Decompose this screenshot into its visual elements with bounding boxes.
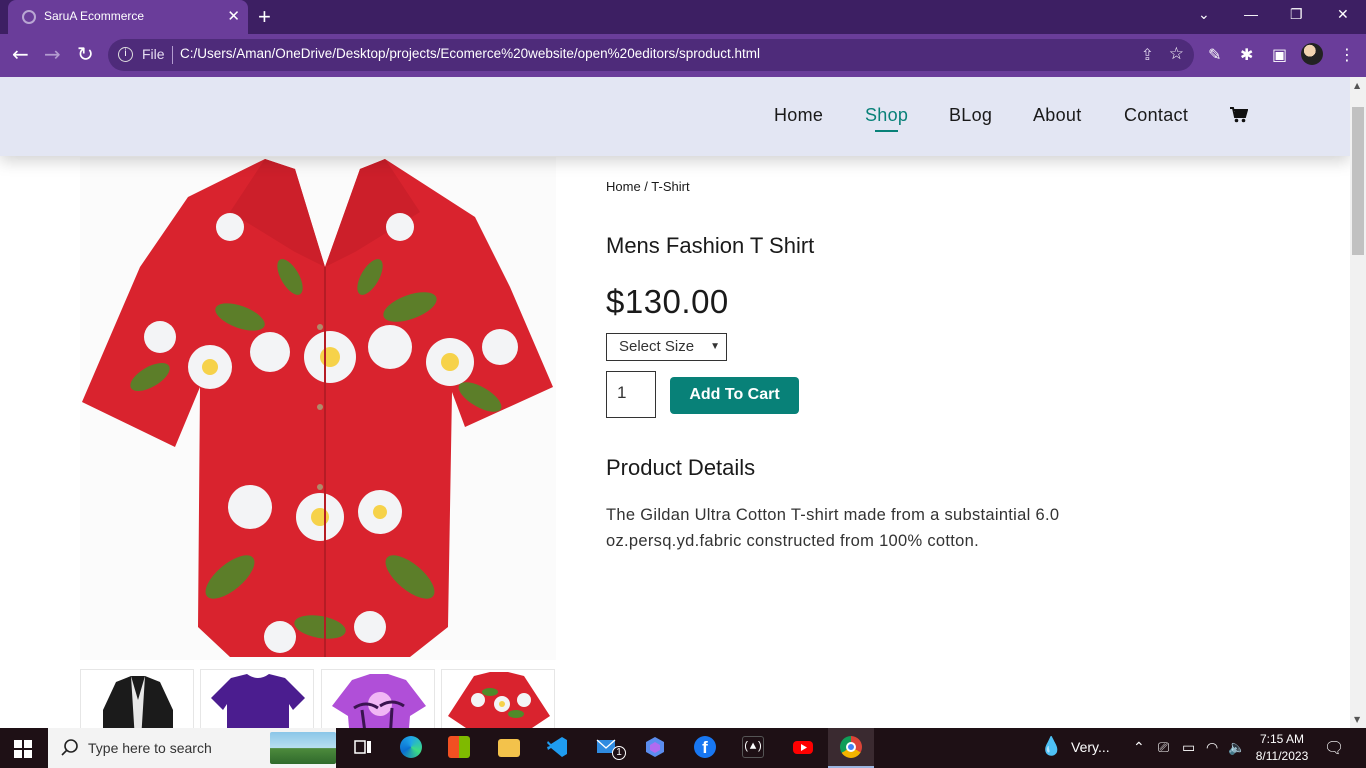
omnibox-divider xyxy=(172,46,173,64)
web-page: Home Shop BLog About Contact Home / T-Sh… xyxy=(0,77,1350,728)
edge-icon xyxy=(400,736,422,758)
windows-taskbar: Type here to search 1 f (▲) 💧 Very... ⌃ … xyxy=(0,728,1366,768)
clock-time: 7:15 AM xyxy=(1259,732,1305,746)
taskbar-vscode[interactable] xyxy=(534,728,580,768)
nav-about[interactable]: About xyxy=(1033,105,1082,126)
profile-avatar[interactable] xyxy=(1301,43,1323,65)
forward-arrow-icon[interactable]: → xyxy=(44,44,61,64)
youtube-icon xyxy=(793,741,813,754)
battery-icon[interactable]: ▭ xyxy=(1182,739,1195,756)
browser-tab-strip: SaruA Ecommerce ✕ + ⌄ — ❐ ✕ xyxy=(0,0,1366,34)
folder-icon xyxy=(498,739,520,757)
taskbar-clock[interactable]: 7:15 AM 8/11/2023 xyxy=(1252,731,1312,765)
quantity-input[interactable]: 1 xyxy=(606,371,656,418)
thumbnail-black-shirt[interactable] xyxy=(80,669,194,728)
product-main-image xyxy=(80,157,556,660)
volume-icon[interactable]: 🔈 xyxy=(1228,739,1245,756)
taskbar-store[interactable] xyxy=(436,728,482,768)
taskbar-search-box[interactable]: Type here to search xyxy=(48,728,336,768)
tab-close-icon[interactable]: ✕ xyxy=(227,7,240,25)
size-select-value: Select Size xyxy=(619,338,695,355)
reload-icon[interactable]: ↻ xyxy=(77,44,94,64)
thumbnail-floral-shirt[interactable] xyxy=(441,669,555,728)
breadcrumb: Home / T-Shirt xyxy=(606,179,690,194)
browser-tab[interactable]: SaruA Ecommerce ✕ xyxy=(8,0,248,34)
bookmark-star-icon[interactable]: ☆ xyxy=(1169,44,1184,64)
search-icon xyxy=(61,739,78,756)
taskbar-copilot[interactable] xyxy=(632,728,678,768)
share-icon[interactable]: ⇪ xyxy=(1141,45,1154,64)
scroll-up-icon[interactable]: ▲ xyxy=(1354,81,1360,90)
facebook-icon: f xyxy=(694,736,716,758)
tab-search-chevron-icon[interactable]: ⌄ xyxy=(1198,6,1210,23)
taskbar-mail[interactable]: 1 xyxy=(584,728,630,768)
side-panel-icon[interactable]: ▣ xyxy=(1272,45,1287,64)
copilot-icon xyxy=(646,737,664,757)
product-title: Mens Fashion T Shirt xyxy=(606,233,815,258)
window-close-icon[interactable]: ✕ xyxy=(1337,6,1349,23)
task-view-button[interactable] xyxy=(340,728,386,768)
taskbar-youtube[interactable] xyxy=(780,728,826,768)
tab-title: SaruA Ecommerce xyxy=(44,9,145,23)
weather-icon: 💧 xyxy=(1040,736,1063,756)
add-to-cart-button[interactable]: Add To Cart xyxy=(670,377,799,414)
page-scrollbar[interactable]: ▲ ▼ xyxy=(1350,77,1366,728)
browser-menu-icon[interactable]: ⋮ xyxy=(1339,45,1355,64)
weather-text[interactable]: Very... xyxy=(1071,739,1110,755)
chevron-down-icon: ▼ xyxy=(710,341,720,352)
browser-toolbar: ← → ↻ i File C:/Users/Aman/OneDrive/Desk… xyxy=(0,34,1366,77)
url-text[interactable]: C:/Users/Aman/OneDrive/Desktop/projects/… xyxy=(180,46,760,61)
taskbar-devapp[interactable]: (▲) xyxy=(730,728,776,768)
taskbar-chrome[interactable] xyxy=(828,728,874,768)
size-select[interactable]: Select Size ▼ xyxy=(606,333,727,361)
extensions-puzzle-icon[interactable]: ✱ xyxy=(1240,45,1253,64)
scroll-down-icon[interactable]: ▼ xyxy=(1354,715,1360,724)
back-arrow-icon[interactable]: ← xyxy=(12,44,29,64)
restore-icon[interactable]: ❐ xyxy=(1290,6,1303,23)
thumbnail-palm-shirt[interactable] xyxy=(321,669,435,728)
address-bar[interactable]: i File C:/Users/Aman/OneDrive/Desktop/pr… xyxy=(108,39,1194,71)
product-details-heading: Product Details xyxy=(606,455,756,480)
taskbar-file-explorer[interactable] xyxy=(486,728,532,768)
cart-icon[interactable] xyxy=(1230,107,1248,123)
taskbar-edge[interactable] xyxy=(388,728,434,768)
nav-shop[interactable]: Shop xyxy=(865,105,908,132)
search-highlight-image xyxy=(270,732,336,764)
eyedropper-icon[interactable]: ✎ xyxy=(1208,45,1221,64)
new-tab-button[interactable]: + xyxy=(258,4,271,30)
file-scheme-label: File xyxy=(142,46,165,62)
meet-now-icon[interactable]: ⎚ xyxy=(1158,739,1169,756)
product-details-text: The Gildan Ultra Cotton T-shirt made fro… xyxy=(606,506,1060,550)
store-icon xyxy=(448,736,470,758)
product-price: $130.00 xyxy=(606,283,729,320)
search-placeholder: Type here to search xyxy=(88,740,212,756)
tray-chevron-up-icon[interactable]: ⌃ xyxy=(1133,739,1145,756)
info-icon[interactable]: i xyxy=(118,47,133,62)
site-header: Home Shop BLog About Contact xyxy=(0,77,1350,156)
vscode-icon xyxy=(547,737,567,757)
notifications-icon[interactable]: 🗨 xyxy=(1324,738,1344,758)
chrome-icon xyxy=(840,736,862,758)
code-app-icon: (▲) xyxy=(742,736,764,758)
windows-start-icon[interactable] xyxy=(14,740,32,758)
mail-badge: 1 xyxy=(612,746,626,760)
minimize-icon[interactable]: — xyxy=(1244,6,1258,22)
nav-contact[interactable]: Contact xyxy=(1124,105,1188,126)
nav-home[interactable]: Home xyxy=(774,105,823,126)
nav-blog[interactable]: BLog xyxy=(949,105,992,126)
page-favicon-icon xyxy=(22,10,36,24)
clock-date: 8/11/2023 xyxy=(1255,749,1309,763)
thumbnail-purple-tshirt[interactable] xyxy=(200,669,314,728)
taskbar-facebook[interactable]: f xyxy=(682,728,728,768)
task-view-icon xyxy=(354,740,371,754)
product-thumbnails xyxy=(80,669,558,728)
wifi-icon[interactable]: ◠ xyxy=(1206,739,1218,756)
scrollbar-thumb[interactable] xyxy=(1352,107,1364,255)
